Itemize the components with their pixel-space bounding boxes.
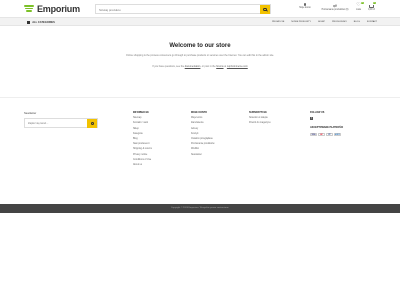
footer-follow-title: Follow us: [310, 111, 325, 114]
mastercard-icon: MC: [318, 132, 325, 137]
facebook-icon[interactable]: f: [310, 117, 314, 121]
nav-link-kontakt[interactable]: Kontakt: [367, 21, 377, 23]
all-categories-label: ALL CATEGORIES: [32, 20, 55, 24]
header-actions: Moje konto ⇄ Porównanie produktów (0) ♡ 0…: [292, 1, 378, 11]
footer-account-title: Moje konto: [191, 111, 208, 114]
footer-divider: [0, 97, 400, 98]
wishlist-icon: ♡ 0: [356, 1, 364, 8]
footer-subscriptions-column: Subskrypcje Nowości w sklepie Powrót do …: [249, 111, 271, 128]
newsletter-box: [24, 118, 98, 128]
logo[interactable]: Emporium: [24, 3, 80, 14]
user-icon: [303, 3, 307, 6]
logo-text: Emporium: [37, 3, 80, 14]
cart-link[interactable]: 0 0,00 zł: [365, 1, 378, 11]
search-button[interactable]: [260, 5, 270, 14]
newsletter-email-input[interactable]: [25, 119, 88, 128]
wishlist-label: Lista: [356, 9, 361, 11]
cart-icon: 0: [369, 1, 376, 8]
header: Emporium Moje konto ⇄ Porównanie produkt…: [0, 0, 400, 17]
subscribe-icon: [90, 122, 94, 125]
paypal-icon: PP: [326, 132, 333, 137]
visa-icon: VISA: [310, 132, 317, 137]
nav-link-sklep[interactable]: Sklep: [318, 21, 325, 23]
copyright-bar: Copyright © 2024 Emporium. Wszystkie pra…: [0, 204, 400, 213]
compare-icon: ⇄: [333, 3, 337, 8]
compare-link[interactable]: ⇄ Porównanie produktów (0): [318, 3, 352, 11]
nav-link-nowe[interactable]: Nowe produkty: [291, 21, 311, 23]
footer-account-column: Moje konto Moje konto Zamówienia Adresy …: [191, 111, 214, 159]
search-icon: [263, 7, 267, 12]
forums-link[interactable]: forums: [216, 65, 223, 68]
footer-info-column: Informacje Sitemap Kontakt z nami Sklep …: [133, 111, 152, 169]
nav-link-producenci[interactable]: Producenci: [332, 21, 347, 23]
amex-icon: AMEX: [334, 132, 341, 137]
wishlist-link[interactable]: ♡ 0 Lista: [352, 1, 365, 11]
newsletter-title: Newsletter: [24, 112, 37, 115]
payments-title: Akceptowane płatności: [310, 126, 344, 130]
search-input[interactable]: [96, 5, 261, 14]
nav-links: Promocje Nowe produkty Sklep Producenci …: [265, 21, 377, 23]
compare-label: Porównanie produktów (0): [321, 9, 349, 11]
newsletter-subscribe-button[interactable]: [87, 119, 97, 128]
intro-text: Online shopping is the process consumers…: [126, 54, 274, 57]
documentation-link[interactable]: documentation: [185, 65, 201, 68]
main-nav: ALL CATEGORIES Promocje Nowe produkty Sk…: [0, 17, 400, 26]
payment-methods: VISA MC PP AMEX: [310, 132, 343, 137]
cart-count-badge: 0: [372, 1, 376, 5]
nopcommerce-link[interactable]: nopCommerce.com: [227, 65, 248, 68]
wishlist-count-badge: 0: [360, 1, 364, 5]
menu-icon: [27, 20, 31, 24]
footer-info-title: Informacje: [133, 111, 149, 114]
help-text-mid: , or post in the: [200, 65, 216, 68]
page-title: Welcome to our store: [169, 43, 231, 49]
footer-link[interactable]: Powrót do magazynu: [249, 122, 271, 127]
account-link[interactable]: Moje konto: [292, 3, 318, 11]
all-categories-button[interactable]: ALL CATEGORIES: [27, 21, 55, 24]
logo-icon: [24, 4, 35, 13]
cart-total: 0,00 zł: [368, 8, 375, 11]
footer-link[interactable]: About us: [133, 164, 152, 169]
nav-link-promocje[interactable]: Promocje: [272, 21, 284, 23]
help-text-prefix: If you have questions, see the: [152, 65, 185, 68]
footer-link[interactable]: Newsletter: [191, 154, 214, 159]
help-text: If you have questions, see the documenta…: [0, 65, 400, 68]
footer-subscriptions-title: Subskrypcje: [249, 111, 267, 114]
nav-link-blog[interactable]: Blog: [354, 21, 360, 23]
copyright-text: Copyright © 2024 Emporium. Wszystkie pra…: [170, 207, 230, 209]
search-box: [95, 4, 271, 14]
footer-follow-column: Follow us f Akceptowane płatności VISA M…: [310, 111, 344, 137]
account-label: Moje konto: [299, 6, 311, 9]
